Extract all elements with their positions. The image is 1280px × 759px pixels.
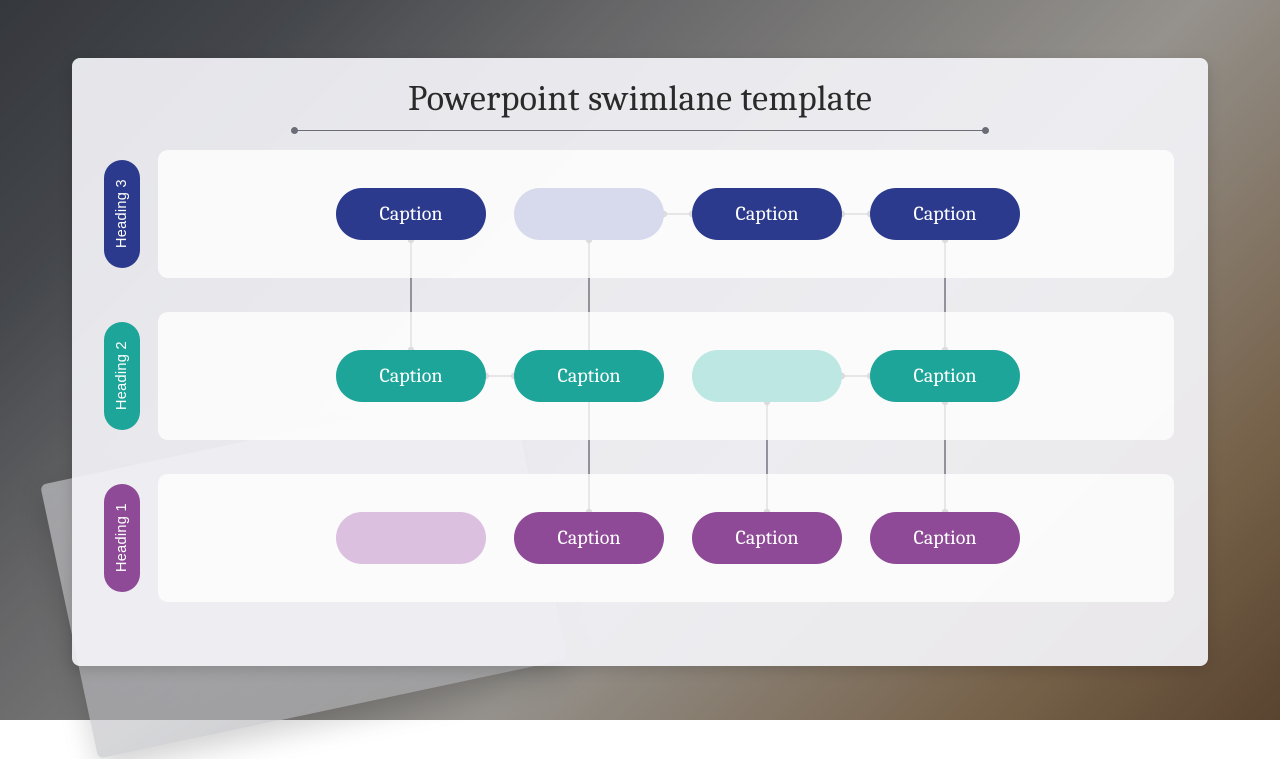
swimlane-pill: Caption (336, 188, 486, 240)
swimlane-lane1 (158, 474, 1174, 602)
swimlane-pill: Caption (870, 512, 1020, 564)
slide-title: Powerpoint swimlane template (72, 78, 1208, 119)
swimlane-lane3 (158, 150, 1174, 278)
lane-header-lane2: Heading 2 (104, 322, 140, 430)
swimlane-pill: Caption (692, 512, 842, 564)
swimlane-pill: Caption (514, 350, 664, 402)
swimlane-pill (514, 188, 664, 240)
lane-header-lane1: Heading 1 (104, 484, 140, 592)
swimlane-pill (336, 512, 486, 564)
swimlane-pill: Caption (870, 188, 1020, 240)
swimlane-pill (692, 350, 842, 402)
title-underline (295, 130, 985, 131)
slide-panel: Powerpoint swimlane template Heading 3 He… (72, 58, 1208, 666)
swimlane-pill: Caption (870, 350, 1020, 402)
swimlane-pill: Caption (514, 512, 664, 564)
swimlane-pill: Caption (692, 188, 842, 240)
swimlane-pill: Caption (336, 350, 486, 402)
lane-header-lane3: Heading 3 (104, 160, 140, 268)
swimlane-lane2 (158, 312, 1174, 440)
